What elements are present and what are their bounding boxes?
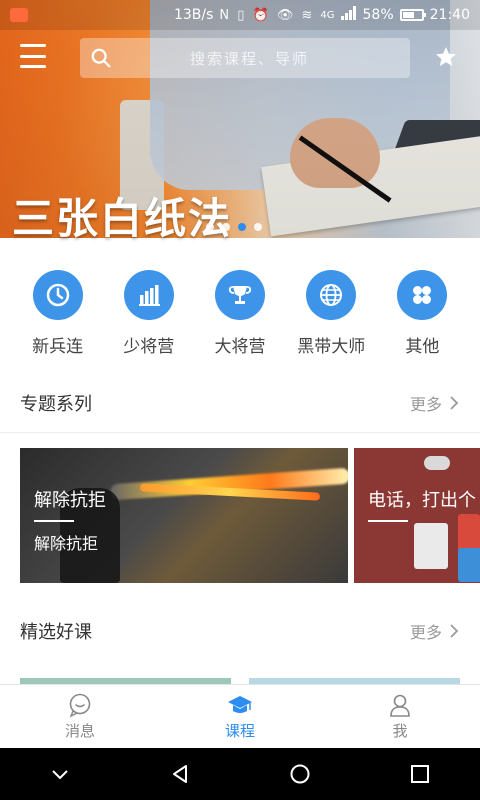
topic-series-header: 专题系列 更多: [0, 373, 480, 433]
status-bar: 13B/s N ▯ ⏰ 👁 ≋ 4G 58% 21:40: [0, 0, 480, 30]
favorites-star-icon[interactable]: [434, 45, 458, 69]
recents-icon[interactable]: [409, 763, 431, 785]
category-label: 大将营: [214, 337, 266, 357]
banner-title: 三张白纸法: [12, 194, 233, 243]
banner-dot[interactable]: [254, 223, 262, 231]
network-type: 4G: [320, 9, 335, 21]
globe-icon: [320, 284, 343, 306]
banner-pagination: [206, 223, 262, 231]
category-label: 其他: [405, 337, 440, 357]
category-row: 新兵连 少将营 大将营 黑带大师 其他: [0, 238, 480, 373]
section-title: 专题系列: [20, 393, 92, 415]
back-icon[interactable]: [169, 763, 191, 785]
signal-icon: [340, 6, 357, 24]
category-general[interactable]: 大将营: [194, 270, 285, 373]
home-icon[interactable]: [289, 763, 311, 785]
grid-icon: [413, 286, 432, 304]
chevron-right-icon: [450, 624, 459, 638]
bar-chart-icon: [138, 285, 160, 306]
tab-me[interactable]: 我: [320, 685, 480, 748]
chevron-right-icon: [450, 395, 459, 410]
network-speed: 13B/s: [173, 7, 214, 23]
clock-icon: [46, 283, 69, 307]
category-label: 黑带大师: [297, 337, 366, 357]
user-icon: [390, 694, 410, 717]
category-other[interactable]: 其他: [377, 270, 468, 373]
search-placeholder: 搜索课程、导师: [190, 49, 310, 68]
battery-percent: 58%: [362, 7, 394, 23]
search-icon: [91, 48, 111, 68]
trophy-icon: [228, 286, 252, 304]
featured-header: 精选好课 更多: [0, 601, 480, 661]
card-title: 电话，打出个: [368, 490, 476, 511]
topic-card[interactable]: 电话，打出个: [354, 448, 480, 583]
battery-icon: [399, 9, 426, 21]
category-label: 少将营: [123, 337, 175, 357]
status-icons: N ▯ ⏰ 👁 ≋: [219, 7, 315, 23]
menu-icon[interactable]: [20, 44, 46, 68]
top-bar: 搜索课程、导师: [0, 36, 480, 80]
card-subtitle: 解除抗拒: [34, 534, 99, 553]
system-navigation-bar: [0, 748, 480, 800]
topic-card[interactable]: 解除抗拒 解除抗拒: [20, 448, 348, 583]
chevron-down-icon[interactable]: [49, 763, 71, 785]
card-title: 解除抗拒: [34, 490, 106, 511]
category-black-belt[interactable]: 黑带大师: [286, 270, 377, 373]
banner-dot[interactable]: [222, 223, 230, 231]
app-notification-icon: [10, 8, 28, 22]
clock: 21:40: [429, 7, 470, 23]
tab-courses[interactable]: 课程: [160, 685, 320, 748]
category-label: 新兵连: [32, 337, 84, 357]
banner-dot[interactable]: [206, 223, 214, 231]
bottom-tab-bar: 消息 课程 我: [0, 684, 480, 748]
chat-icon: [69, 693, 91, 718]
featured-more-link[interactable]: 更多: [410, 619, 460, 643]
search-input[interactable]: 搜索课程、导师: [80, 38, 410, 78]
banner-dot-active[interactable]: [238, 223, 246, 231]
section-title: 精选好课: [20, 622, 92, 643]
graduation-cap-icon: [228, 696, 252, 713]
topic-series-more-link[interactable]: 更多: [410, 391, 460, 415]
category-rookie[interactable]: 新兵连: [12, 270, 103, 373]
topic-series-carousel[interactable]: 解除抗拒 解除抗拒 电话，打出个: [0, 448, 480, 583]
tab-messages[interactable]: 消息: [0, 685, 160, 748]
main-content: 新兵连 少将营 大将营 黑带大师 其他 专题系列 更多 解除抗拒 解除抗拒 电话…: [0, 238, 480, 684]
category-major-general[interactable]: 少将营: [103, 270, 194, 373]
